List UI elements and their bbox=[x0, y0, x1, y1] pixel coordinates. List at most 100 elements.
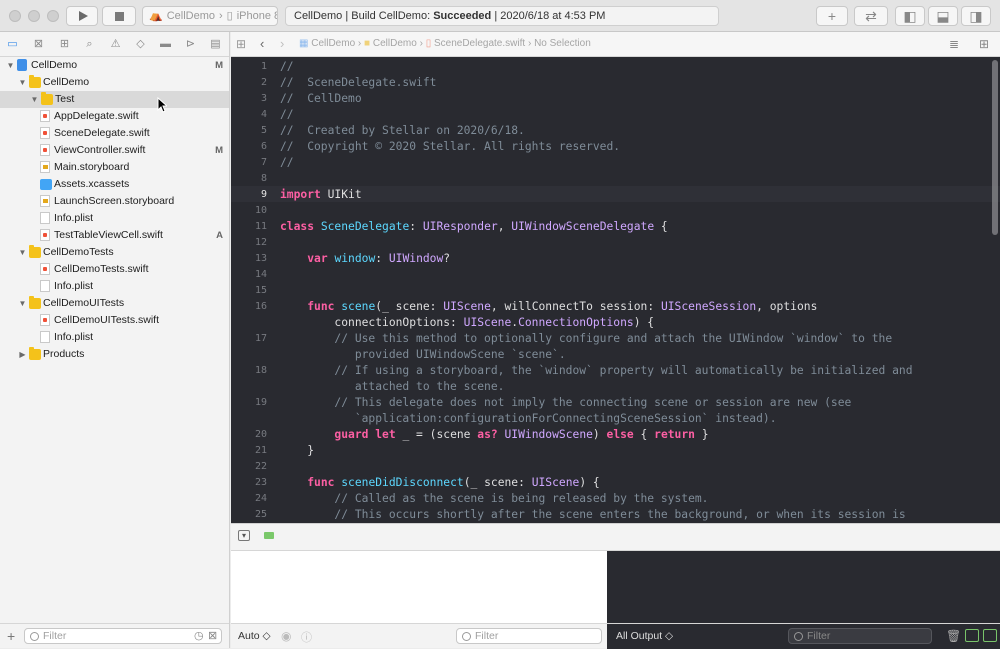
filter-options-icon[interactable]: ⊠ bbox=[208, 629, 217, 642]
code-line[interactable]: class SceneDelegate: UIResponder, UIWind… bbox=[280, 219, 668, 235]
disclosure-closed-icon[interactable]: ▶ bbox=[18, 346, 27, 363]
toggle-inspector-button[interactable]: ◨ bbox=[961, 6, 991, 26]
code-line[interactable]: import UIKit bbox=[280, 187, 362, 203]
minimize-window-button[interactable] bbox=[28, 10, 40, 22]
code-line[interactable]: var window: UIWindow? bbox=[280, 251, 450, 267]
navigator-filter-input[interactable]: Filter bbox=[24, 628, 222, 644]
code-line[interactable]: // bbox=[280, 59, 294, 75]
run-button[interactable] bbox=[66, 6, 98, 26]
scm-status-badge: M bbox=[215, 60, 223, 71]
info-icon[interactable]: ⓘ bbox=[301, 629, 312, 645]
code-line[interactable]: func sceneDidDisconnect(_ scene: UIScene… bbox=[280, 475, 600, 491]
folder-icon[interactable]: ▭ bbox=[6, 38, 19, 50]
output-scope-select[interactable]: All Output ◇ bbox=[616, 630, 673, 642]
navigator-item[interactable]: Info.plist bbox=[0, 329, 229, 346]
navigator-item[interactable]: ViewController.swift M bbox=[0, 142, 229, 159]
console-filter-input[interactable]: Filter bbox=[788, 628, 932, 644]
related-items-icon[interactable]: ⊞ bbox=[236, 32, 246, 56]
disclosure-open-icon[interactable]: ▼ bbox=[18, 74, 27, 91]
code-line[interactable]: // This delegate does not imply the conn… bbox=[280, 395, 851, 411]
console-panel-toggle-icon[interactable] bbox=[983, 629, 997, 642]
navigator-item[interactable]: ▼ CellDemo M bbox=[0, 57, 229, 74]
stop-button[interactable] bbox=[102, 6, 136, 26]
scheme-device[interactable]: iPhone 8 bbox=[237, 10, 277, 22]
code-line[interactable]: `application:configurationForConnectingS… bbox=[280, 411, 777, 427]
variables-panel-toggle-icon[interactable] bbox=[965, 629, 979, 642]
code-line[interactable]: // bbox=[280, 107, 294, 123]
code-line[interactable]: // If using a storyboard, the `window` p… bbox=[280, 363, 912, 379]
breadcrumb-project[interactable]: CellDemo bbox=[311, 38, 355, 49]
code-line[interactable]: } bbox=[280, 443, 314, 459]
breadcrumb-selection[interactable]: No Selection bbox=[534, 38, 591, 49]
code-line[interactable]: attached to the scene. bbox=[280, 379, 505, 395]
code-line[interactable]: // Created by Stellar on 2020/6/18. bbox=[280, 123, 525, 139]
code-line[interactable]: provided UIWindowScene `scene`. bbox=[280, 347, 566, 363]
navigator-item[interactable]: ▼ CellDemoUITests bbox=[0, 295, 229, 312]
navigator-item[interactable]: CellDemoUITests.swift bbox=[0, 312, 229, 329]
breakpoints-toggle-icon[interactable] bbox=[264, 532, 274, 539]
code-line[interactable]: // This occurs shortly after the scene e… bbox=[280, 507, 905, 523]
scheme-selector[interactable]: ⛺ CellDemo › ▯ iPhone 8 bbox=[142, 6, 278, 26]
source-control-icon[interactable]: ⊠ bbox=[32, 38, 45, 50]
editor-scrollbar[interactable] bbox=[992, 60, 998, 235]
code-line[interactable]: // Use this method to optionally configu… bbox=[280, 331, 892, 347]
navigator-item[interactable]: SceneDelegate.swift bbox=[0, 125, 229, 142]
trash-icon[interactable]: 🗑 bbox=[946, 629, 961, 643]
folder-icon bbox=[29, 75, 41, 88]
breadcrumb-folder[interactable]: CellDemo bbox=[373, 38, 417, 49]
disclosure-open-icon[interactable]: ▼ bbox=[18, 244, 27, 261]
breadcrumb-file[interactable]: SceneDelegate.swift bbox=[434, 38, 525, 49]
forward-arrow-icon[interactable]: › bbox=[280, 32, 284, 56]
code-line[interactable]: // CellDemo bbox=[280, 91, 362, 107]
navigator-item[interactable]: TestTableViewCell.swift A bbox=[0, 227, 229, 244]
eye-icon[interactable]: ◉ bbox=[281, 629, 291, 643]
code-review-button[interactable]: ⇄ bbox=[854, 6, 888, 26]
add-editor-icon[interactable]: ⊞ bbox=[979, 32, 989, 56]
report-icon[interactable]: ▤ bbox=[209, 38, 222, 50]
navigator-item[interactable]: AppDelegate.swift bbox=[0, 108, 229, 125]
navigator-item[interactable]: Assets.xcassets bbox=[0, 176, 229, 193]
code-line[interactable]: func scene(_ scene: UIScene, willConnect… bbox=[280, 299, 817, 315]
disclosure-open-icon[interactable]: ▼ bbox=[18, 295, 27, 312]
code-line[interactable]: // Called as the scene is being released… bbox=[280, 491, 708, 507]
test-icon[interactable]: ◇ bbox=[134, 38, 147, 50]
line-number: 19 bbox=[254, 397, 267, 408]
navigator-item[interactable]: ▼ Test bbox=[0, 91, 229, 108]
toggle-debug-area-button[interactable]: ⬓ bbox=[928, 6, 958, 26]
code-line[interactable]: // bbox=[280, 155, 294, 171]
disclosure-open-icon[interactable]: ▼ bbox=[6, 57, 15, 74]
back-arrow-icon[interactable]: ‹ bbox=[260, 32, 264, 56]
code-options-icon[interactable]: ≣ bbox=[949, 32, 959, 56]
library-button[interactable]: + bbox=[816, 6, 848, 26]
symbol-icon[interactable]: ⊞ bbox=[58, 38, 71, 50]
recent-files-icon[interactable]: ◷ bbox=[194, 629, 204, 642]
code-line[interactable]: // Copyright © 2020 Stellar. All rights … bbox=[280, 139, 620, 155]
navigator-item[interactable]: ▼ CellDemo bbox=[0, 74, 229, 91]
add-file-icon[interactable]: + bbox=[7, 628, 15, 644]
variables-filter-input[interactable]: Filter bbox=[456, 628, 602, 644]
close-window-button[interactable] bbox=[9, 10, 21, 22]
toggle-navigator-button[interactable]: ◧ bbox=[895, 6, 925, 26]
variables-view bbox=[231, 551, 607, 623]
navigator-item[interactable]: Info.plist bbox=[0, 278, 229, 295]
navigator-item[interactable]: ▶ Products bbox=[0, 346, 229, 363]
hide-debug-area-icon[interactable]: ▾ bbox=[238, 530, 250, 541]
code-line[interactable]: // SceneDelegate.swift bbox=[280, 75, 436, 91]
disclosure-open-icon[interactable]: ▼ bbox=[30, 91, 39, 108]
navigator-item[interactable]: Info.plist bbox=[0, 210, 229, 227]
navigator-item[interactable]: CellDemoTests.swift bbox=[0, 261, 229, 278]
navigator-item[interactable]: ▼ CellDemoTests bbox=[0, 244, 229, 261]
chevron-right-icon: › bbox=[219, 10, 223, 22]
code-line[interactable]: guard let _ = (scene as? UIWindowScene) … bbox=[280, 427, 708, 443]
toolbar: ⛺ CellDemo › ▯ iPhone 8 CellDemo | Build Cel… bbox=[0, 0, 1000, 32]
navigator-item[interactable]: LaunchScreen.storyboard bbox=[0, 193, 229, 210]
debug-icon[interactable]: ▬ bbox=[159, 38, 172, 50]
search-icon[interactable]: ⌕ bbox=[83, 38, 96, 50]
navigator-item[interactable]: Main.storyboard bbox=[0, 159, 229, 176]
code-line[interactable]: connectionOptions: UIScene.ConnectionOpt… bbox=[280, 315, 654, 331]
breakpoint-icon[interactable]: ⊳ bbox=[184, 38, 197, 50]
source-editor[interactable]: 1 // 2 // SceneDelegate.swift 3 // CellDemo 4 /… bbox=[231, 57, 1000, 523]
zoom-window-button[interactable] bbox=[47, 10, 59, 22]
warning-icon[interactable]: ⚠ bbox=[109, 38, 122, 50]
variables-scope-select[interactable]: Auto ◇ bbox=[238, 630, 271, 642]
